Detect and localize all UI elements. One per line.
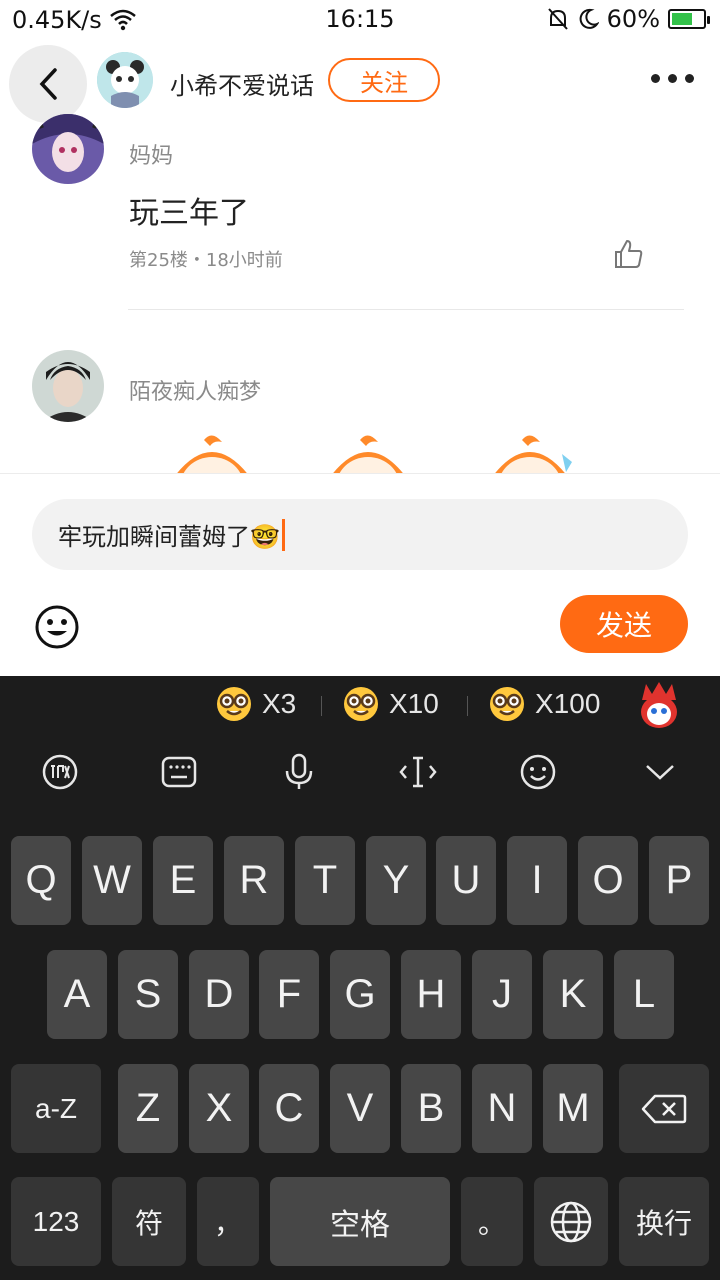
username[interactable]: 小希不爱说话	[170, 66, 314, 101]
key-t[interactable]: T	[295, 836, 355, 925]
smiley-icon	[520, 754, 556, 790]
moon-icon	[579, 8, 599, 29]
globe-icon	[550, 1201, 592, 1242]
symbols-key[interactable]: 符	[112, 1177, 186, 1266]
reply-panel: 牢玩加瞬间蕾姆了🤓 发送	[0, 473, 720, 676]
nerd-face-icon	[490, 687, 524, 721]
comma-key[interactable]: ，	[197, 1177, 259, 1266]
numbers-key[interactable]: 123	[11, 1177, 101, 1266]
ime-switch-button[interactable]	[40, 752, 80, 792]
sticker-row	[0, 432, 720, 474]
commenter-name[interactable]: 陌夜痴人痴梦	[129, 374, 261, 406]
keyboard-layout-button[interactable]	[159, 752, 199, 792]
key-g[interactable]: G	[330, 950, 390, 1039]
battery-icon	[668, 9, 710, 29]
key-i[interactable]: I	[507, 836, 567, 925]
voice-input-button[interactable]	[279, 752, 319, 792]
chat-header: 小希不爱说话 关注	[0, 44, 720, 123]
hide-keyboard-button[interactable]	[640, 752, 680, 792]
microphone-icon	[285, 753, 313, 789]
sticker-image	[494, 435, 572, 474]
key-o[interactable]: O	[578, 836, 638, 925]
key-c[interactable]: C	[259, 1064, 319, 1153]
newline-key[interactable]: 换行	[619, 1177, 709, 1266]
thumbs-up-icon[interactable]	[612, 238, 644, 270]
emoji-icon[interactable]	[34, 604, 80, 650]
key-d[interactable]: D	[189, 950, 249, 1039]
suggestion-label: X3	[262, 688, 297, 719]
suggestion-label: X100	[535, 688, 601, 719]
send-button[interactable]: 发送	[560, 595, 688, 653]
key-h[interactable]: H	[401, 950, 461, 1039]
key-v[interactable]: V	[330, 1064, 390, 1153]
battery-percent: 60%	[606, 5, 660, 33]
key-f[interactable]: F	[259, 950, 319, 1039]
language-key[interactable]	[534, 1177, 608, 1266]
key-y[interactable]: Y	[366, 836, 426, 925]
emoji-suggestion-x100[interactable]: X100	[489, 686, 600, 722]
dragon-mascot-icon[interactable]	[636, 680, 682, 730]
back-button[interactable]	[9, 45, 87, 123]
key-k[interactable]: K	[543, 950, 603, 1039]
text-cursor-icon	[399, 756, 437, 788]
mute-bell-icon	[547, 8, 568, 30]
key-j[interactable]: J	[472, 950, 532, 1039]
key-w[interactable]: W	[82, 836, 142, 925]
chevron-left-icon	[39, 68, 57, 100]
key-z[interactable]: Z	[118, 1064, 178, 1153]
user-avatar[interactable]	[97, 52, 153, 108]
key-q[interactable]: Q	[11, 836, 71, 925]
comment-input-value: 牢玩加瞬间蕾姆了🤓	[58, 523, 280, 551]
space-key[interactable]: 空格	[270, 1177, 450, 1266]
status-right: 60%	[547, 5, 710, 33]
commenter-name[interactable]: 妈妈	[129, 138, 173, 170]
key-u[interactable]: U	[436, 836, 496, 925]
separator	[321, 696, 322, 716]
period-key[interactable]: 。	[461, 1177, 523, 1266]
key-e[interactable]: E	[153, 836, 213, 925]
chevron-down-icon	[646, 765, 674, 780]
key-a[interactable]: A	[47, 950, 107, 1039]
key-n[interactable]: N	[472, 1064, 532, 1153]
key-l[interactable]: L	[614, 950, 674, 1039]
dot-icon	[651, 74, 660, 83]
keyboard-icon	[161, 756, 197, 788]
commenter-avatar[interactable]	[32, 114, 104, 184]
dot-icon	[685, 74, 694, 83]
follow-button[interactable]: 关注	[328, 58, 440, 102]
emoji-suggestion-x10[interactable]: X10	[343, 686, 439, 722]
comment-input[interactable]: 牢玩加瞬间蕾姆了🤓	[32, 499, 688, 570]
separator	[467, 696, 468, 716]
key-r[interactable]: R	[224, 836, 284, 925]
keyboard-toolbar	[0, 746, 720, 802]
ime-icon	[42, 754, 78, 790]
key-p[interactable]: P	[649, 836, 709, 925]
nerd-face-icon	[217, 687, 251, 721]
sticker-image	[332, 435, 404, 474]
key-s[interactable]: S	[118, 950, 178, 1039]
more-options-button[interactable]	[651, 74, 694, 83]
sticker-image	[176, 435, 248, 474]
backspace-icon	[641, 1094, 687, 1123]
case-switch-key[interactable]: a-Z	[11, 1064, 101, 1153]
comment-meta: 第25楼・18小时前	[129, 250, 283, 271]
keyboard-suggestions: X3 X10 X100	[0, 676, 720, 736]
commenter-avatar[interactable]	[32, 350, 104, 422]
divider	[128, 309, 684, 310]
key-x[interactable]: X	[189, 1064, 249, 1153]
text-caret	[281, 518, 285, 551]
key-b[interactable]: B	[401, 1064, 461, 1153]
dot-icon	[668, 74, 677, 83]
comment-text: 玩三年了	[129, 196, 249, 231]
emoji-keyboard-button[interactable]	[518, 752, 558, 792]
cursor-move-button[interactable]	[398, 752, 438, 792]
emoji-suggestion-x3[interactable]: X3	[216, 686, 296, 722]
key-m[interactable]: M	[543, 1064, 603, 1153]
backspace-key[interactable]	[619, 1064, 709, 1153]
keyboard: X3 X10 X100 Q W E R T Y U I O P A S D F …	[0, 676, 720, 1280]
nerd-face-icon	[344, 687, 378, 721]
suggestion-label: X10	[389, 688, 439, 719]
status-bar: 0.45K/s 16:15 60%	[0, 0, 720, 40]
